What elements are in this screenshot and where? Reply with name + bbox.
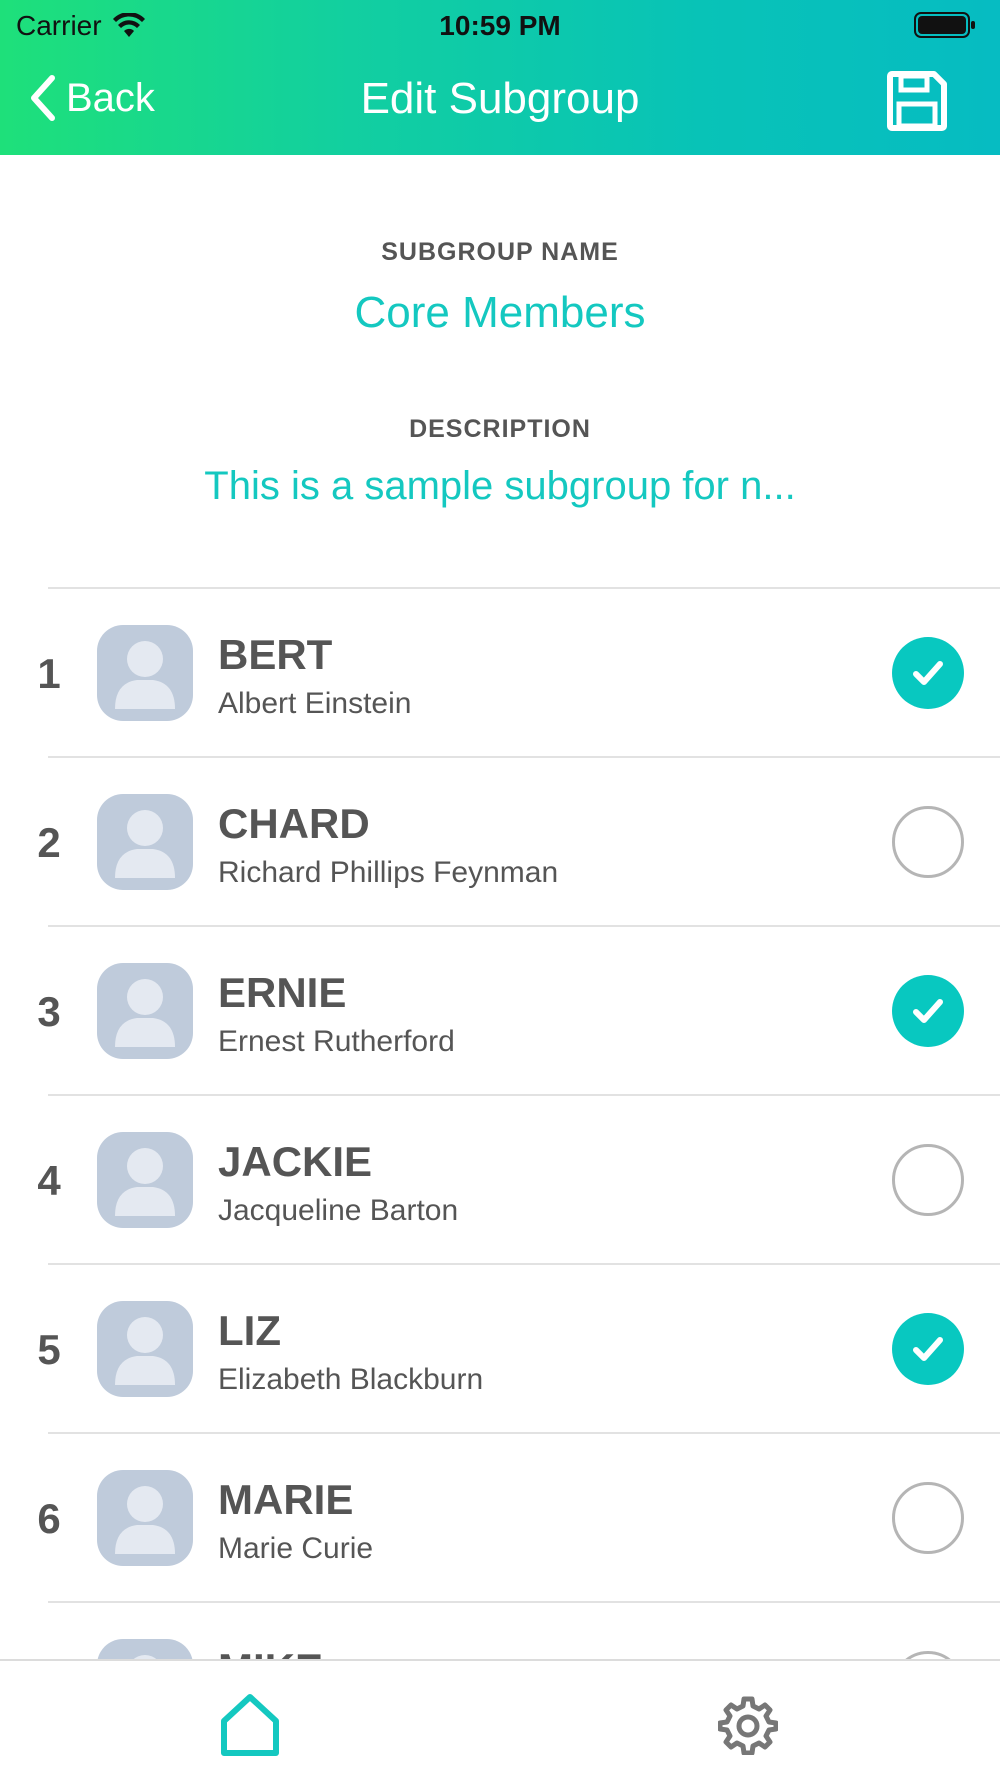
description-field[interactable]: This is a sample subgroup for n...	[0, 464, 1000, 509]
member-fullname: Elizabeth Blackburn	[218, 1363, 484, 1396]
person-icon	[115, 1486, 175, 1554]
avatar	[97, 625, 193, 721]
member-fullname: Jacqueline Barton	[218, 1194, 459, 1227]
member-row[interactable]: 3 ERNIE Ernest Rutherford	[0, 925, 1000, 1094]
tab-bar	[0, 1659, 1000, 1778]
status-bar: Carrier 10:59 PM	[0, 0, 1000, 50]
member-index: 3	[37, 988, 61, 1035]
person-icon	[115, 1317, 175, 1385]
member-row[interactable]: 6 MARIE Marie Curie	[0, 1432, 1000, 1601]
member-row[interactable]: 2 CHARD Richard Phillips Feynman	[0, 756, 1000, 925]
gear-icon[interactable]	[718, 1695, 778, 1755]
member-nickname: ERNIE	[218, 969, 347, 1016]
save-icon[interactable]	[886, 70, 948, 132]
person-icon	[115, 979, 175, 1047]
member-index: 6	[37, 1495, 61, 1542]
checkmark-icon	[913, 999, 943, 1023]
avatar	[97, 1301, 193, 1397]
member-fullname: Richard Phillips Feynman	[218, 856, 559, 889]
avatar	[97, 1132, 193, 1228]
checkmark-icon	[913, 661, 943, 685]
person-icon	[115, 641, 175, 709]
member-nickname: MARIE	[218, 1476, 354, 1523]
member-row[interactable]: 5 LIZ Elizabeth Blackburn	[0, 1263, 1000, 1432]
selection-checkbox[interactable]	[892, 975, 964, 1047]
description-label: DESCRIPTION	[409, 415, 591, 443]
member-nickname: BERT	[218, 631, 333, 678]
home-icon[interactable]	[218, 1693, 282, 1757]
selection-checkbox[interactable]	[892, 1482, 964, 1554]
avatar	[97, 963, 193, 1059]
member-index: 5	[37, 1326, 61, 1373]
selection-checkbox[interactable]	[892, 1313, 964, 1385]
member-row[interactable]: 4 JACKIE Jacqueline Barton	[0, 1094, 1000, 1263]
header: Carrier 10:59 PM Back Edit Subgroup	[0, 0, 1000, 155]
page-title: Edit Subgroup	[360, 74, 640, 123]
nav-bar: Back Edit Subgroup	[0, 60, 1000, 140]
person-icon	[115, 1148, 175, 1216]
member-nickname: LIZ	[218, 1307, 281, 1354]
subgroup-name-field[interactable]: Core Members	[0, 288, 1000, 338]
selection-checkbox[interactable]	[892, 637, 964, 709]
avatar	[97, 794, 193, 890]
member-nickname: JACKIE	[218, 1138, 373, 1185]
member-fullname: Ernest Rutherford	[218, 1025, 455, 1058]
avatar	[97, 1470, 193, 1566]
member-row[interactable]: 1 BERT Albert Einstein	[0, 587, 1000, 756]
battery-icon	[914, 12, 975, 38]
subgroup-name-label: SUBGROUP NAME	[381, 238, 619, 266]
checkmark-icon	[913, 1337, 943, 1361]
member-fullname: Marie Curie	[218, 1532, 374, 1565]
member-fullname: Albert Einstein	[218, 687, 412, 720]
clock: 10:59 PM	[439, 10, 561, 41]
member-index: 1	[37, 650, 61, 697]
selection-checkbox[interactable]	[892, 806, 964, 878]
selection-checkbox[interactable]	[892, 1144, 964, 1216]
member-index: 2	[37, 819, 61, 866]
person-icon	[115, 810, 175, 878]
member-index: 4	[37, 1157, 61, 1204]
member-nickname: CHARD	[218, 800, 370, 847]
